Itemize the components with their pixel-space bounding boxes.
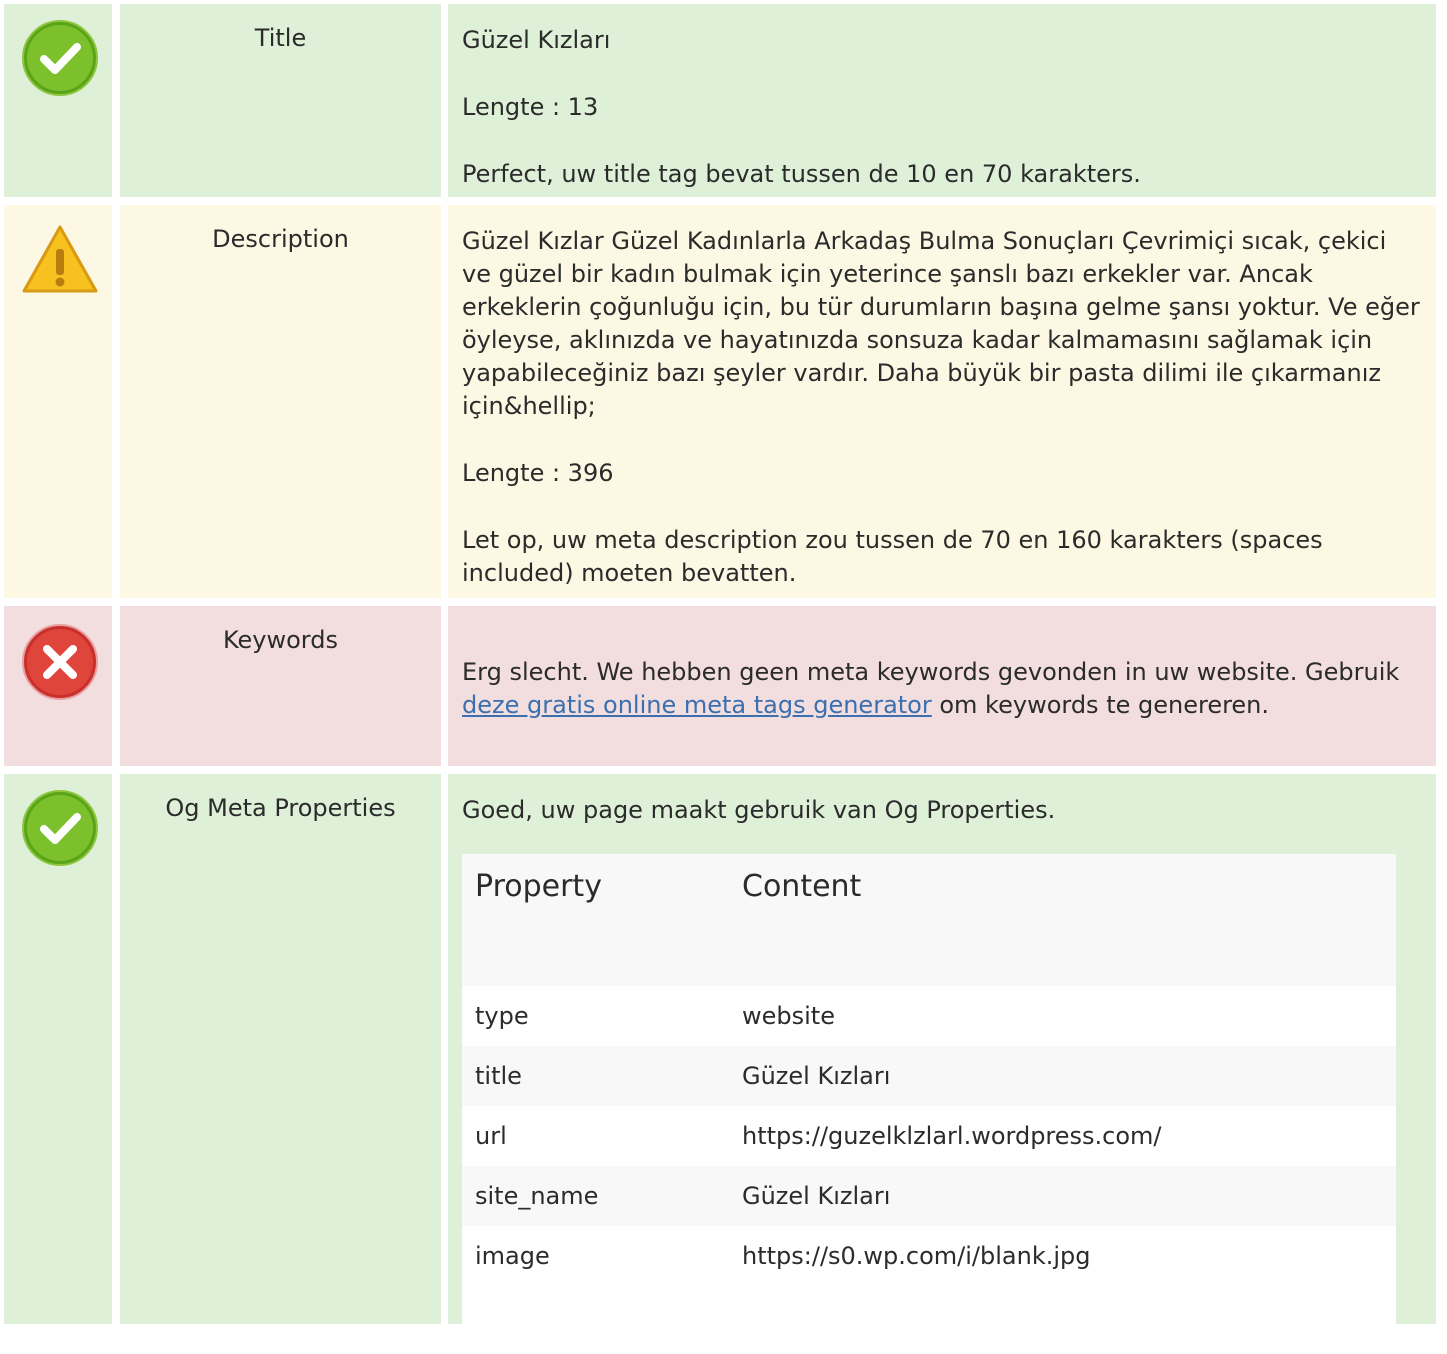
table-row: type website	[462, 986, 1396, 1046]
row-body: Güzel Kızları Lengte : 13 Perfect, uw ti…	[448, 4, 1436, 197]
title-row: Title Güzel Kızları Lengte : 13 Perfect,…	[0, 4, 1447, 197]
check-circle-icon	[22, 20, 98, 96]
table-row: site_name Güzel Kızları	[462, 1166, 1396, 1226]
table-row: url https://guzelklzlarl.wordpress.com/	[462, 1106, 1396, 1166]
content-cell: website	[742, 1002, 835, 1030]
error-circle-icon	[22, 624, 98, 700]
table-header: Property Content	[462, 854, 1396, 986]
content-cell: https://s0.wp.com/i/blank.jpg	[742, 1242, 1091, 1270]
og-properties-table: Property Content type website title Güze…	[462, 854, 1396, 1354]
property-cell: title	[475, 1062, 522, 1090]
row-label: Description	[120, 205, 441, 598]
status-cell	[4, 606, 112, 766]
table-footer-space	[462, 1286, 1396, 1354]
status-cell	[4, 205, 112, 598]
description-row: Description Güzel Kızlar Güzel Kadınlarl…	[0, 205, 1447, 598]
keywords-message: Erg slecht. We hebben geen meta keywords…	[462, 656, 1422, 722]
og-properties-row: Og Meta Properties Goed, uw page maakt g…	[0, 774, 1447, 1354]
description-message: Let op, uw meta description zou tussen d…	[462, 526, 1323, 587]
status-cell	[4, 774, 112, 1324]
content-cell: Güzel Kızları	[742, 1062, 891, 1090]
property-cell: image	[475, 1242, 550, 1270]
table-row: title Güzel Kızları	[462, 1046, 1396, 1106]
header-property: Property	[475, 869, 602, 904]
og-message: Goed, uw page maakt gebruik van Og Prope…	[462, 796, 1056, 824]
description-length: Lengte : 396	[462, 459, 614, 487]
title-value: Güzel Kızları	[462, 26, 611, 54]
property-cell: type	[475, 1002, 529, 1030]
keywords-message-after: om keywords te genereren.	[931, 691, 1270, 719]
row-body: Güzel Kızlar Güzel Kadınlarla Arkadaş Bu…	[448, 205, 1436, 598]
row-label: Og Meta Properties	[120, 774, 441, 1324]
row-body: Goed, uw page maakt gebruik van Og Prope…	[448, 774, 1436, 1354]
header-content: Content	[742, 869, 862, 904]
row-label: Keywords	[120, 606, 441, 766]
keywords-message-before: Erg slecht. We hebben geen meta keywords…	[462, 658, 1400, 686]
keywords-row: Keywords Erg slecht. We hebben geen meta…	[0, 606, 1447, 766]
row-body: Erg slecht. We hebben geen meta keywords…	[448, 606, 1436, 766]
meta-tags-generator-link[interactable]: deze gratis online meta tags generator	[462, 691, 932, 719]
status-cell	[4, 4, 112, 197]
property-cell: site_name	[475, 1182, 599, 1210]
description-value: Güzel Kızlar Güzel Kadınlarla Arkadaş Bu…	[462, 227, 1420, 420]
warning-triangle-icon	[22, 225, 98, 293]
row-label: Title	[120, 4, 441, 197]
content-cell: https://guzelklzlarl.wordpress.com/	[742, 1122, 1162, 1150]
property-cell: url	[475, 1122, 507, 1150]
content-cell: Güzel Kızları	[742, 1182, 891, 1210]
title-length: Lengte : 13	[462, 93, 599, 121]
title-message: Perfect, uw title tag bevat tussen de 10…	[462, 160, 1141, 188]
table-row: image https://s0.wp.com/i/blank.jpg	[462, 1226, 1396, 1286]
check-circle-icon	[22, 790, 98, 866]
